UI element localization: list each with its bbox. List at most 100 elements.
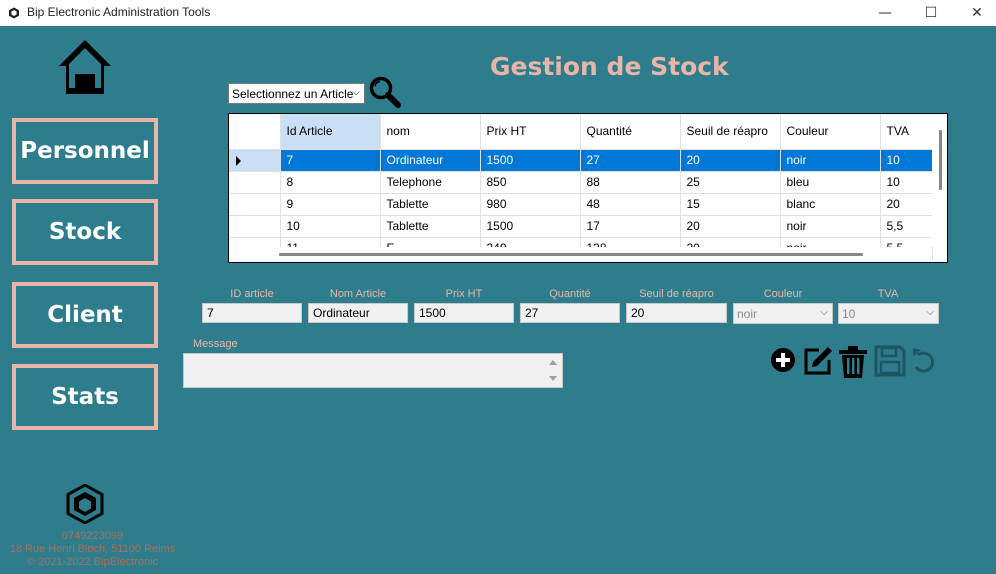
table-row[interactable]: 7 Ordinateur 1500 27 20 noir 10	[229, 149, 933, 172]
table-cell[interactable]: blanc	[780, 193, 881, 216]
chevron-down-icon: ⌵	[820, 307, 828, 318]
prix-ht-label: Prix HT	[445, 288, 483, 300]
tva-select[interactable]: 10 ⌵	[838, 303, 939, 324]
article-select[interactable]: Selectionnez un Article ⌵	[228, 83, 365, 104]
close-button[interactable]: ✕	[954, 0, 996, 26]
maximize-button[interactable]: ☐	[908, 0, 954, 26]
quantite-field[interactable]: 27	[520, 303, 620, 323]
table-cell[interactable]: 5,5	[880, 215, 933, 238]
couleur-select-value: noir	[737, 307, 758, 321]
quantite-label: Quantité	[549, 288, 591, 300]
table-row[interactable]: 8 Telephone 850 88 25 bleu 10	[229, 171, 933, 194]
message-label: Message	[193, 338, 238, 350]
table-cell[interactable]: Tablette	[380, 193, 481, 216]
table-cell[interactable]: 7	[280, 149, 381, 172]
table-cell[interactable]: 25	[680, 171, 781, 194]
table-cell[interactable]: Telephone	[380, 171, 481, 194]
nav-stock-button[interactable]: Stock	[12, 199, 158, 265]
column-header[interactable]: TVA	[880, 114, 933, 150]
table-cell[interactable]: noir	[780, 215, 881, 238]
title-bar: Bip Electronic Administration Tools — ☐ …	[0, 0, 996, 26]
table-cell[interactable]: 17	[580, 215, 681, 238]
nom-article-label: Nom Article	[329, 288, 387, 300]
row-header[interactable]	[229, 215, 281, 238]
row-header[interactable]	[229, 193, 281, 216]
scroll-thumb[interactable]	[939, 130, 942, 190]
table-cell[interactable]: 10	[280, 215, 381, 238]
home-icon[interactable]	[57, 38, 113, 96]
grid-horizontal-scrollbar[interactable]	[229, 247, 932, 262]
couleur-select[interactable]: noir ⌵	[733, 303, 833, 324]
tva-select-value: 10	[842, 307, 856, 321]
floppy-disk-icon[interactable]	[874, 345, 906, 377]
message-textarea[interactable]	[183, 353, 563, 388]
column-header[interactable]: Seuil de réapro	[680, 114, 781, 150]
page-title: Gestion de Stock	[490, 52, 729, 81]
nav-stats-button[interactable]: Stats	[12, 364, 158, 430]
table-row[interactable]: 9 Tablette 980 48 15 blanc 20	[229, 193, 933, 216]
row-cursor-icon	[236, 155, 241, 166]
table-cell[interactable]: 15	[680, 193, 781, 216]
scroll-up-icon[interactable]	[549, 360, 557, 365]
row-header[interactable]	[229, 171, 281, 194]
table-cell[interactable]: Tablette	[380, 215, 481, 238]
chevron-down-icon: ⌵	[926, 307, 934, 318]
column-header[interactable]: Id Article	[280, 114, 381, 150]
window-title: Bip Electronic Administration Tools	[27, 5, 211, 19]
table-cell[interactable]: 1500	[480, 215, 581, 238]
couleur-label: Couleur	[763, 288, 803, 300]
message-scrollbar[interactable]	[545, 354, 562, 387]
undo-icon[interactable]	[910, 345, 936, 377]
nav-personnel-button[interactable]: Personnel	[12, 118, 158, 184]
column-header[interactable]: Couleur	[780, 114, 881, 150]
table-cell[interactable]: Ordinateur	[380, 149, 481, 172]
grid-vertical-scrollbar[interactable]	[932, 114, 947, 247]
grid-corner	[229, 114, 281, 150]
table-cell[interactable]: 9	[280, 193, 381, 216]
column-header[interactable]: Quantité	[580, 114, 681, 150]
hexagon-logo-icon	[66, 484, 104, 524]
table-cell[interactable]: 27	[580, 149, 681, 172]
table-cell[interactable]: 20	[680, 149, 781, 172]
nom-article-field[interactable]: Ordinateur	[308, 303, 408, 323]
seuil-field[interactable]: 20	[626, 303, 727, 323]
footer-phone: 0749223099	[61, 530, 124, 542]
id-article-label: ID article	[230, 288, 274, 300]
chevron-down-icon: ⌵	[352, 87, 360, 98]
table-cell[interactable]: 980	[480, 193, 581, 216]
id-article-field[interactable]: 7	[202, 303, 302, 323]
footer-copyright: © 2021-2022 BipElectronic	[26, 556, 159, 568]
grid-header-row: Id Article nom Prix HT Quantité Seuil de…	[229, 114, 933, 150]
table-row[interactable]: 10 Tablette 1500 17 20 noir 5,5	[229, 215, 933, 238]
table-cell[interactable]: 850	[480, 171, 581, 194]
table-cell[interactable]: noir	[780, 149, 881, 172]
table-cell[interactable]: 8	[280, 171, 381, 194]
trash-icon[interactable]	[837, 345, 869, 379]
column-header[interactable]: nom	[380, 114, 481, 150]
nav-client-button[interactable]: Client	[12, 282, 158, 348]
footer-address: 18 Rue Henri Bloch, 51100 Reims	[9, 543, 176, 555]
tva-label: TVA	[877, 288, 899, 300]
magnifier-icon[interactable]	[368, 75, 402, 109]
article-select-value: Selectionnez un Article	[232, 87, 354, 101]
table-cell[interactable]: 88	[580, 171, 681, 194]
column-header[interactable]: Prix HT	[480, 114, 581, 150]
stock-table: Id Article nom Prix HT Quantité Seuil de…	[229, 114, 933, 260]
table-cell[interactable]: bleu	[780, 171, 881, 194]
table-cell[interactable]: 1500	[480, 149, 581, 172]
row-header[interactable]	[229, 149, 281, 172]
app-icon	[9, 7, 19, 19]
scroll-down-icon[interactable]	[549, 376, 557, 381]
minimize-button[interactable]: —	[862, 0, 908, 26]
table-cell[interactable]: 10	[880, 149, 933, 172]
edit-icon[interactable]	[802, 345, 834, 377]
scroll-thumb[interactable]	[279, 253, 863, 256]
table-cell[interactable]: 10	[880, 171, 933, 194]
table-cell[interactable]: 20	[680, 215, 781, 238]
prix-ht-field[interactable]: 1500	[414, 303, 514, 323]
table-cell[interactable]: 48	[580, 193, 681, 216]
stock-grid[interactable]: Id Article nom Prix HT Quantité Seuil de…	[228, 113, 948, 263]
table-cell[interactable]: 20	[880, 193, 933, 216]
seuil-label: Seuil de réapro	[639, 288, 714, 300]
plus-circle-icon[interactable]	[770, 347, 796, 373]
